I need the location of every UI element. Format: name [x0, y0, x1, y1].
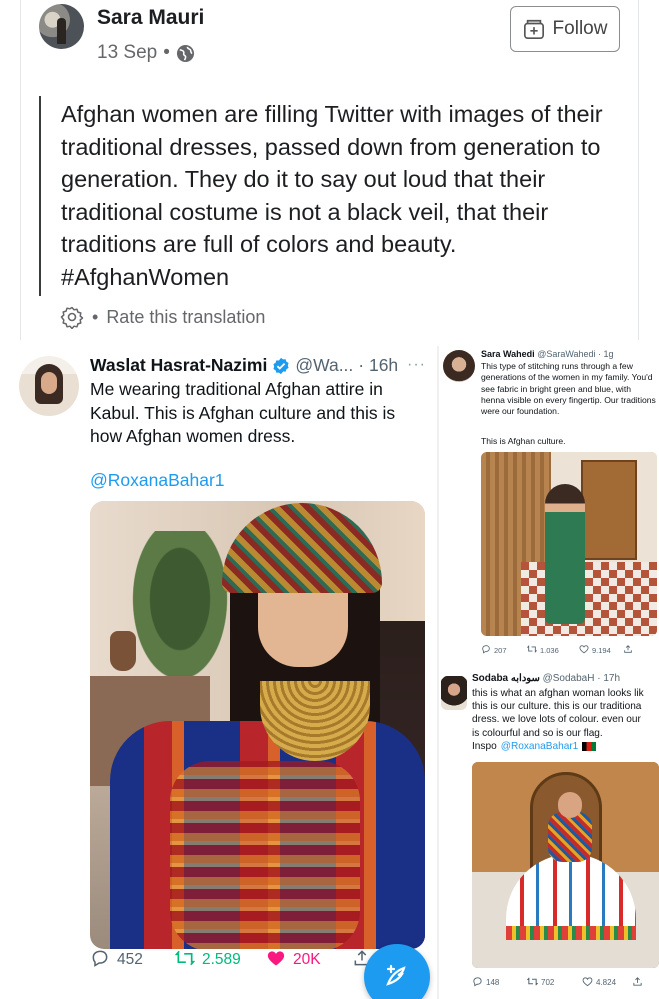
retweet-button[interactable]: 2.589 [174, 948, 241, 973]
afghan-flag-icon [582, 742, 597, 751]
tweet-3-like-button[interactable]: 4.824 [582, 976, 616, 989]
tweet-3-name[interactable]: Sodaba سودابه [472, 673, 540, 684]
tweet-3-text: this is what an afghan woman looks lik t… [472, 687, 659, 740]
post-author-avatar[interactable] [39, 4, 84, 49]
main-tweet-text: Me wearing traditional Afghan attire in … [90, 379, 396, 446]
tweet-3-share-button[interactable] [632, 976, 643, 989]
tweet-2-like-count: 9.194 [592, 645, 611, 655]
tweet-3-reply-button[interactable]: 148 [472, 976, 499, 989]
main-tweet-time: · 16h [358, 355, 399, 375]
tweet-2-share-button[interactable] [623, 644, 633, 656]
tweet-2-reply-button[interactable]: 207 [481, 644, 507, 656]
post-date[interactable]: 13 Sep [97, 42, 157, 64]
translation-row: • Rate this translation [60, 305, 265, 330]
quote-bar [39, 96, 41, 296]
meta-separator: • [163, 42, 170, 63]
follow-icon [523, 18, 545, 40]
card-border-right [638, 0, 639, 340]
post-meta: 13 Sep • [97, 42, 195, 64]
compose-icon [382, 960, 412, 995]
tweet-3-line: is colourful and so is our flag. [472, 727, 603, 739]
gear-icon[interactable] [60, 305, 84, 330]
tweet-3-handle: @SodabaH · 17h [542, 673, 621, 684]
tweet-2-reply-count: 207 [494, 645, 507, 655]
tweet-2-text: This type of stitching runs through a fe… [481, 361, 656, 417]
main-tweet-header: Waslat Hasrat-Nazimi @Wa... · 16h [90, 355, 398, 376]
tweet-3-retweet-button[interactable]: 702 [526, 976, 555, 989]
reply-button[interactable]: 452 [90, 948, 143, 973]
retweet-count: 2.589 [202, 951, 241, 968]
card-border-left [20, 0, 21, 340]
globe-icon [176, 44, 195, 63]
like-button[interactable]: 20K [266, 948, 321, 973]
heart-icon [579, 644, 589, 656]
reply-icon [481, 644, 491, 656]
main-tweet-handle: @Wa... [295, 355, 354, 375]
tweet-3-inspo: Inspo @RoxanaBahar1 [472, 741, 597, 752]
tweet-2-photo[interactable] [481, 452, 657, 636]
post-text: Afghan women are filling Twitter with im… [61, 101, 603, 290]
tweet-3-line: this is what an afghan woman looks lik [472, 688, 644, 699]
heart-icon [266, 948, 286, 973]
verified-icon [272, 357, 290, 375]
like-count: 20K [293, 951, 321, 968]
share-icon [623, 644, 633, 656]
tweet-3-reply-count: 148 [486, 978, 500, 987]
main-tweet-mention[interactable]: @RoxanaBahar1 [90, 470, 225, 491]
tweet-3-header: Sodaba سودابه @SodabaH · 17h [472, 673, 620, 684]
reply-count: 452 [117, 951, 143, 968]
follow-label: Follow [552, 18, 608, 39]
more-options-icon[interactable]: ··· [407, 356, 426, 374]
tweet-2-avatar[interactable] [443, 350, 475, 382]
tweet-3-retweet-count: 702 [541, 978, 555, 987]
tweet-3-inspo-label: Inspo [472, 741, 497, 752]
tweet-2-retweet-count: 1.036 [540, 645, 559, 655]
tweet-2-handle: @SaraWahedi · 1g [537, 349, 614, 359]
main-tweet-name[interactable]: Waslat Hasrat-Nazimi [90, 355, 267, 376]
rate-translation-link[interactable]: Rate this translation [106, 307, 265, 328]
share-icon [632, 976, 643, 989]
retweet-icon [526, 976, 539, 989]
tweet-2-text-2: This is Afghan culture. [481, 436, 566, 446]
main-tweet-avatar[interactable] [19, 356, 79, 416]
post-author-name[interactable]: Sara Mauri [97, 6, 204, 30]
translation-separator: • [92, 306, 99, 327]
tweet-3-photo[interactable] [472, 762, 659, 968]
tweet-2-header: Sara Wahedi @SaraWahedi · 1g [481, 349, 614, 359]
tweet-3-avatar[interactable] [441, 676, 467, 710]
tweet-3-line: this is our culture. this is our traditi… [472, 701, 642, 713]
heart-icon [582, 976, 593, 989]
tweet-3-line: dress. we love lots of colour. even our [472, 714, 641, 726]
tweet-2-name[interactable]: Sara Wahedi [481, 349, 535, 359]
follow-button[interactable]: Follow [510, 6, 620, 52]
tweet-3-mention[interactable]: @RoxanaBahar1 [501, 741, 579, 752]
tweet-3-like-count: 4.824 [596, 978, 617, 987]
retweet-icon [174, 948, 196, 973]
main-tweet-photo[interactable] [90, 501, 425, 949]
retweet-icon [526, 644, 538, 656]
tweet-2-like-button[interactable]: 9.194 [579, 644, 611, 656]
tweet-2-retweet-button[interactable]: 1.036 [526, 644, 559, 656]
reply-icon [472, 976, 483, 989]
reply-icon [90, 948, 110, 973]
